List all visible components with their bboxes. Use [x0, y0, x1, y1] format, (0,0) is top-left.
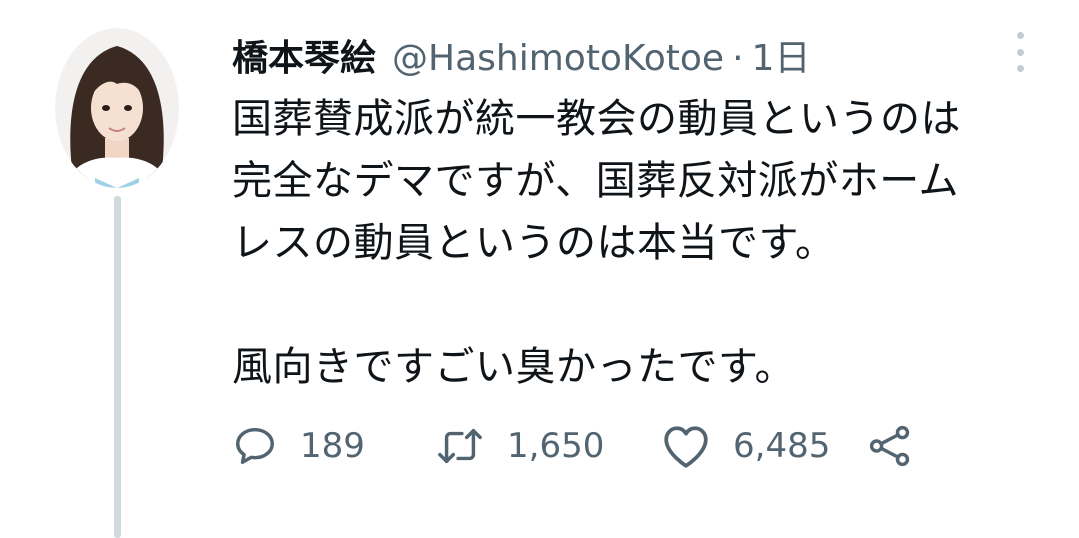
- more-dot: [1016, 48, 1024, 56]
- like-count: 6,485: [733, 426, 831, 466]
- retweet-arrows-icon: [438, 428, 482, 464]
- share-button[interactable]: [867, 423, 913, 469]
- tweet-text-line: 風向きですごい臭かったです。: [232, 344, 795, 390]
- tweet-actions: 189 1,650 6,485: [232, 418, 913, 474]
- share-nodes-icon: [869, 425, 910, 467]
- retweet-button[interactable]: 1,650: [435, 423, 661, 469]
- tweet-text: 国葬賛成派が統一教会の動員というのは 完全なデマですが、国葬反対派がホーム レス…: [232, 88, 1052, 398]
- tweet-header: 橋本琴絵 @HashimotoKotoe · 1日: [232, 34, 1019, 84]
- reply-count: 189: [300, 426, 365, 466]
- speech-bubble-icon: [236, 427, 274, 465]
- retweet-count: 1,650: [507, 426, 605, 466]
- author-handle[interactable]: @HashimotoKotoe: [392, 34, 724, 84]
- heart-outline-icon: [664, 426, 708, 468]
- avatar[interactable]: [55, 28, 179, 188]
- author-display-name[interactable]: 橋本琴絵: [232, 34, 376, 84]
- tweet-text-line: レスの動員というのは本当です。: [232, 220, 836, 266]
- thread-line: [114, 196, 121, 538]
- header-separator: ·: [732, 38, 744, 79]
- reply-button[interactable]: 189: [232, 423, 432, 469]
- more-dot: [1016, 65, 1024, 72]
- like-button[interactable]: 6,485: [661, 423, 867, 469]
- tweet-text-line: 国葬賛成派が統一教会の動員というのは: [232, 96, 961, 142]
- tweet-timestamp[interactable]: 1日: [752, 34, 811, 84]
- avatar-column: [55, 28, 179, 188]
- more-options-icon[interactable]: [1004, 30, 1036, 74]
- more-dot: [1016, 32, 1024, 39]
- tweet-text-line: 完全なデマですが、国葬反対派がホーム: [232, 158, 959, 204]
